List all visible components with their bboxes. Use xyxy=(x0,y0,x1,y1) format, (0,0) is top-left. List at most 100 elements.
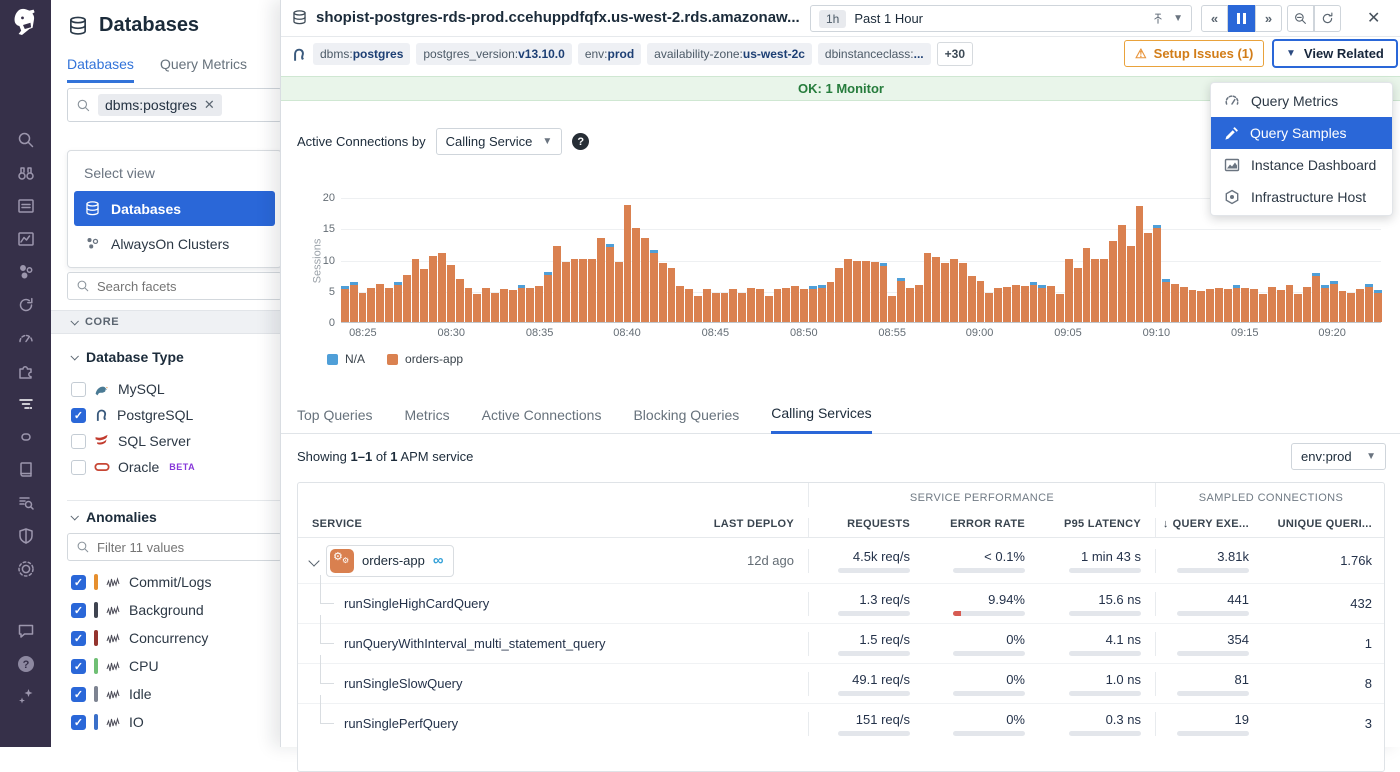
help-icon[interactable]: ? xyxy=(16,654,36,674)
search-icon[interactable] xyxy=(16,130,36,150)
ai-sparkles-icon[interactable] xyxy=(16,687,36,707)
session-bar[interactable] xyxy=(1065,259,1073,322)
menu-item-infrastructure-host[interactable]: Infrastructure Host xyxy=(1211,181,1392,213)
session-bar[interactable] xyxy=(668,268,676,322)
view-option-databases[interactable]: Databases xyxy=(74,191,275,226)
session-bar[interactable] xyxy=(1118,225,1126,322)
session-bar[interactable] xyxy=(853,261,861,322)
session-bar[interactable] xyxy=(571,259,579,322)
tab-blocking-queries[interactable]: Blocking Queries xyxy=(633,407,739,433)
tags-overflow-button[interactable]: +30 xyxy=(937,42,973,66)
session-bar[interactable] xyxy=(1206,289,1214,322)
col-service[interactable]: SERVICE xyxy=(298,518,658,537)
session-bar[interactable] xyxy=(500,289,508,322)
tab-metrics[interactable]: Metrics xyxy=(404,407,449,433)
env-filter-select[interactable]: env:prod ▼ xyxy=(1291,443,1386,470)
feedback-chat-icon[interactable] xyxy=(16,621,36,641)
session-bar[interactable] xyxy=(1224,289,1232,322)
session-bar[interactable] xyxy=(394,285,402,322)
session-bar[interactable] xyxy=(403,275,411,322)
session-bar[interactable] xyxy=(1083,248,1091,322)
session-bar[interactable] xyxy=(473,294,481,322)
session-bar[interactable] xyxy=(985,293,993,322)
col-p95-latency[interactable]: P95 LATENCY xyxy=(1039,518,1155,537)
clusters-icon[interactable] xyxy=(16,262,36,282)
session-bar[interactable] xyxy=(871,262,879,322)
tag-postgres-version[interactable]: postgres_version:v13.10.0 xyxy=(416,43,571,65)
col-query-executions[interactable]: ↓QUERY EXE... xyxy=(1155,518,1263,537)
session-bar[interactable] xyxy=(1197,291,1205,322)
session-bar[interactable] xyxy=(641,238,649,322)
session-bar[interactable] xyxy=(712,293,720,322)
session-bar[interactable] xyxy=(765,296,773,322)
time-range-picker[interactable]: 1h Past 1 Hour ▼ xyxy=(810,5,1192,32)
query-row[interactable]: runSingleSlowQuery 49.1 req/s 0% 1.0 ns … xyxy=(298,663,1384,703)
database-monitoring-icon[interactable] xyxy=(16,394,36,414)
session-bar[interactable] xyxy=(465,288,473,322)
session-bar[interactable] xyxy=(1127,246,1135,322)
facet-search-input[interactable] xyxy=(97,279,227,294)
session-bar[interactable] xyxy=(977,281,985,322)
session-bar[interactable] xyxy=(518,288,526,322)
session-bar[interactable] xyxy=(897,281,905,322)
close-panel-icon[interactable]: ✕ xyxy=(1367,8,1380,28)
concurrency-checkbox[interactable] xyxy=(71,631,86,646)
pause-button[interactable] xyxy=(1228,5,1255,32)
session-bar[interactable] xyxy=(932,257,940,322)
session-bar[interactable] xyxy=(729,289,737,322)
session-bar[interactable] xyxy=(818,288,826,322)
background-checkbox[interactable] xyxy=(71,603,86,618)
log-explorer-icon[interactable] xyxy=(16,493,36,513)
session-bar[interactable] xyxy=(1180,287,1188,322)
session-bar[interactable] xyxy=(579,259,587,322)
session-bar[interactable] xyxy=(456,279,464,322)
session-bar[interactable] xyxy=(1259,294,1267,322)
tag-env[interactable]: env:prod xyxy=(578,43,641,65)
session-bar[interactable] xyxy=(1330,284,1338,322)
session-bar[interactable] xyxy=(1286,285,1294,322)
core-section-header[interactable]: CORE xyxy=(51,310,286,334)
session-bar[interactable] xyxy=(800,289,808,322)
session-bar[interactable] xyxy=(1339,291,1347,322)
session-bar[interactable] xyxy=(376,284,384,322)
session-bar[interactable] xyxy=(738,293,746,322)
facet-search[interactable] xyxy=(67,272,282,300)
session-bar[interactable] xyxy=(844,259,852,322)
session-bar[interactable] xyxy=(950,259,958,322)
session-bar[interactable] xyxy=(341,289,349,322)
anomalies-filter-input[interactable] xyxy=(97,540,227,555)
session-bar[interactable] xyxy=(1162,282,1170,322)
cpu-checkbox[interactable] xyxy=(71,659,86,674)
session-bar[interactable] xyxy=(1038,288,1046,322)
session-bar[interactable] xyxy=(615,262,623,322)
ci-pipelines-icon[interactable] xyxy=(16,295,36,315)
session-bar[interactable] xyxy=(624,205,632,322)
tag-availability-zone[interactable]: availability-zone:us-west-2c xyxy=(647,43,812,65)
session-bar[interactable] xyxy=(544,275,552,322)
session-bar[interactable] xyxy=(1215,288,1223,322)
col-unique-queries[interactable]: UNIQUE QUERI... xyxy=(1263,518,1385,537)
dashboards-icon[interactable] xyxy=(16,229,36,249)
mysql-checkbox[interactable] xyxy=(71,382,86,397)
session-bar[interactable] xyxy=(941,263,949,322)
security-shield-icon[interactable] xyxy=(16,526,36,546)
session-bar[interactable] xyxy=(1012,285,1020,322)
time-backward-button[interactable]: « xyxy=(1201,5,1228,32)
tab-calling-services[interactable]: Calling Services xyxy=(771,405,871,434)
zoom-out-icon[interactable] xyxy=(1287,5,1314,32)
session-bar[interactable] xyxy=(994,288,1002,322)
session-bar[interactable] xyxy=(1030,285,1038,322)
session-bar[interactable] xyxy=(694,296,702,322)
session-bar[interactable] xyxy=(1374,293,1382,322)
integrations-icon[interactable] xyxy=(16,361,36,381)
menu-item-instance-dashboard[interactable]: Instance Dashboard xyxy=(1211,149,1392,181)
session-bar[interactable] xyxy=(1312,276,1320,322)
session-bar[interactable] xyxy=(703,289,711,322)
session-bar[interactable] xyxy=(1003,287,1011,322)
apm-gauge-icon[interactable] xyxy=(16,328,36,348)
anomalies-filter[interactable] xyxy=(67,533,282,561)
session-bar[interactable] xyxy=(659,263,667,322)
session-bar[interactable] xyxy=(420,269,428,322)
session-bar[interactable] xyxy=(367,288,375,322)
service-pill[interactable]: ⚙⚙ orders-app ∞ xyxy=(326,545,454,577)
